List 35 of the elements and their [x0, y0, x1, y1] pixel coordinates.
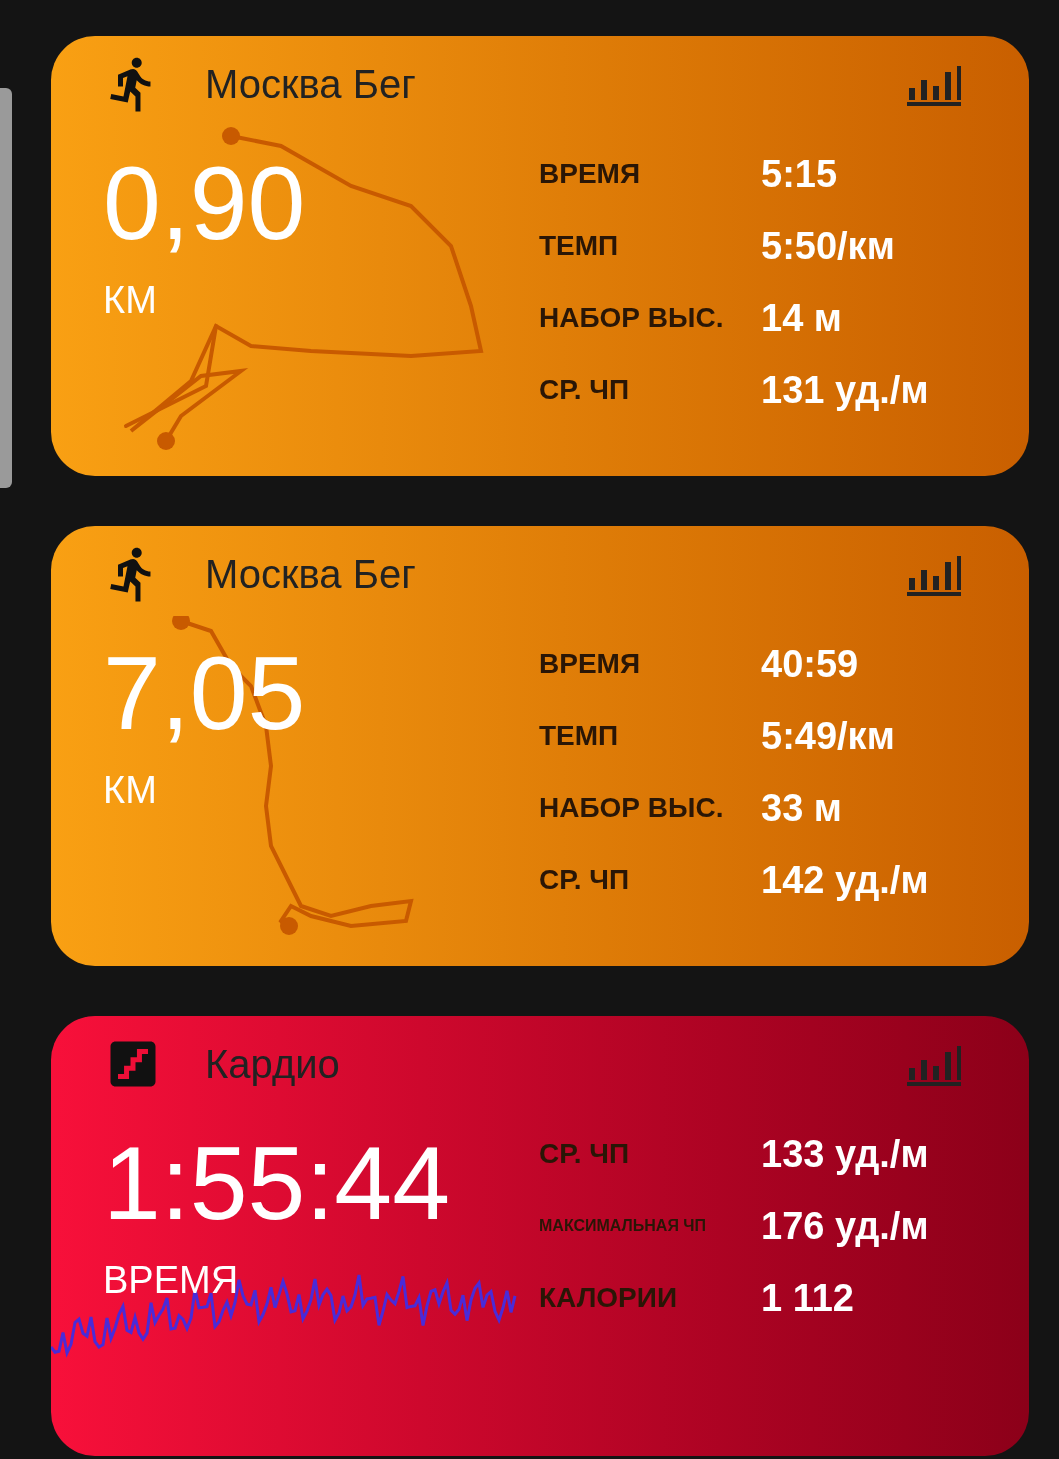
workout-card[interactable]: Кардио 1:55:44 ВРЕМЯ СР. ЧП 133 уд./м МАКСИМАЛЬНАЯ ЧП 176 уд./м КАЛОРИИ 1 112	[51, 1016, 1029, 1456]
stat-value: 5:49/км	[761, 714, 896, 759]
stat-label: ТЕМП	[539, 719, 620, 753]
stat-value: 133 уд./м	[761, 1132, 929, 1177]
main-value: 7,05	[103, 641, 307, 745]
stat-value: 40:59	[761, 642, 860, 687]
workout-card[interactable]: Москва Бег 7,05 КМ ВРЕМЯ 40:59 ТЕМП 5:49/км НАБОР ВЫС. 33 м СР. ЧП 142 уд./м	[51, 526, 1029, 966]
stat-label: СР. ЧП	[539, 1137, 631, 1171]
stat-value: 142 уд./м	[761, 858, 929, 903]
workout-title: Москва Бег	[205, 550, 416, 598]
main-value: 1:55:44	[103, 1131, 451, 1235]
main-unit: ВРЕМЯ	[103, 1261, 240, 1299]
stat-label: СР. ЧП	[539, 863, 631, 897]
stat-label: ВРЕМЯ	[539, 157, 642, 191]
stat-value: 5:50/км	[761, 224, 896, 269]
stat-label: НАБОР ВЫС.	[539, 791, 725, 825]
stat-label: ТЕМП	[539, 229, 620, 263]
main-unit: КМ	[103, 771, 158, 809]
stat-label: КАЛОРИИ	[539, 1281, 678, 1315]
stat-value: 1 112	[761, 1276, 855, 1321]
stat-value: 176 уд./м	[761, 1204, 929, 1249]
workout-title: Кардио	[205, 1040, 340, 1088]
main-unit: КМ	[103, 281, 158, 319]
stat-value: 33 м	[761, 786, 843, 831]
stat-value: 131 уд./м	[761, 368, 929, 413]
stat-label: ВРЕМЯ	[539, 647, 642, 681]
stat-label: МАКСИМАЛЬНАЯ ЧП	[539, 1216, 708, 1236]
scrollbar[interactable]	[0, 88, 12, 488]
stat-label: НАБОР ВЫС.	[539, 301, 725, 335]
workout-title: Москва Бег	[205, 60, 416, 108]
workout-card[interactable]: Москва Бег 0,90 КМ ВРЕМЯ 5:15 ТЕМП 5:50/км НАБОР ВЫС. 14 м СР. ЧП 131 уд./м	[51, 36, 1029, 476]
stat-label: СР. ЧП	[539, 373, 631, 407]
main-value: 0,90	[103, 151, 307, 255]
stat-value: 14 м	[761, 296, 843, 341]
stat-value: 5:15	[761, 152, 839, 197]
